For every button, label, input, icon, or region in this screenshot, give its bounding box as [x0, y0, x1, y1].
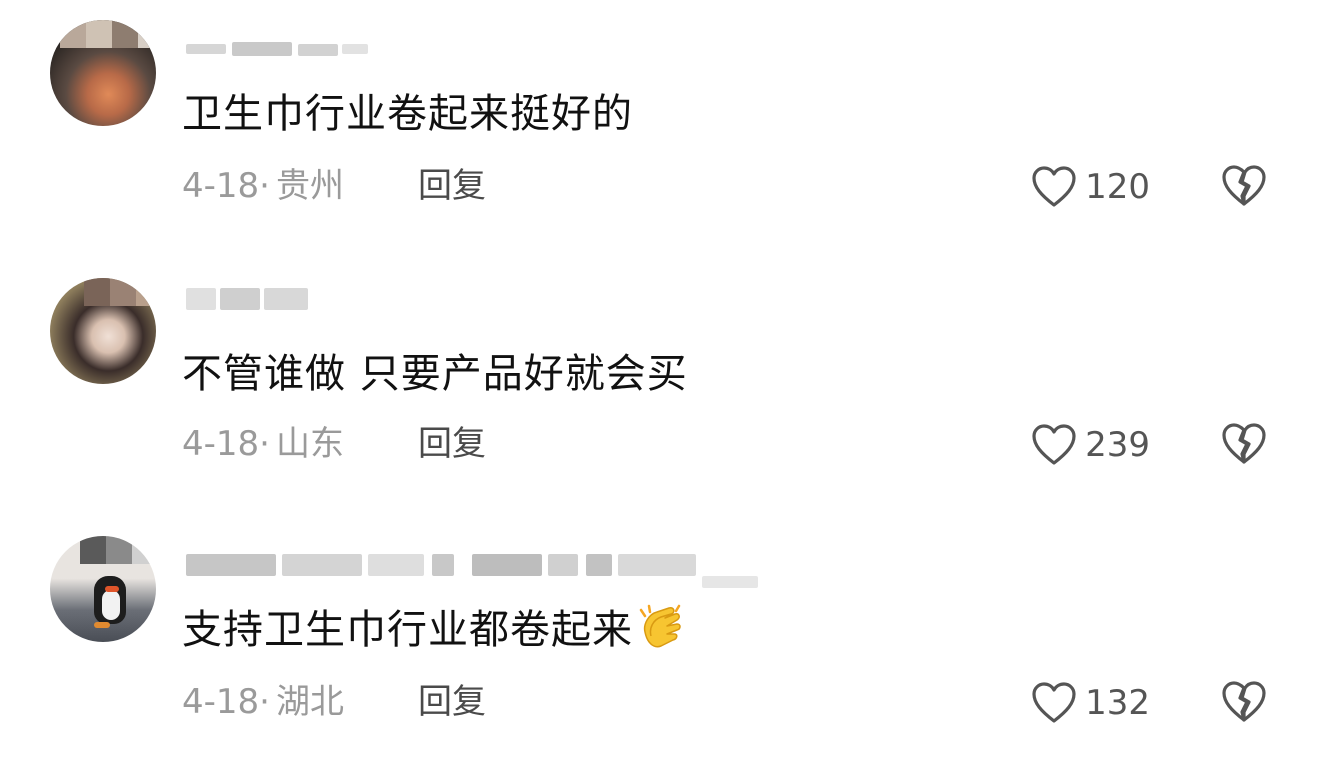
- comment-item: 支持卫生巾行业都卷起来 4-18· 湖北 回复 132: [0, 516, 1320, 766]
- comment-meta: 4-18· 山东: [182, 424, 344, 464]
- username-redacted[interactable]: [186, 288, 316, 310]
- comment-text-content: 卫生巾行业卷起来挺好的: [182, 91, 633, 137]
- broken-heart-icon: [1220, 420, 1268, 468]
- comment-text: 不管谁做 只要产品好就会买: [182, 350, 688, 398]
- meta-separator: ·: [259, 166, 270, 206]
- reply-button[interactable]: 回复: [418, 682, 486, 722]
- comment-text-content: 不管谁做 只要产品好就会买: [182, 351, 688, 397]
- meta-separator: ·: [259, 424, 270, 464]
- penguin-beak: [105, 586, 119, 592]
- like-count: 120: [1085, 167, 1150, 207]
- comment-meta: 4-18· 湖北: [182, 682, 344, 722]
- heart-outline-icon: [1031, 681, 1077, 725]
- comment-date: 4-18: [182, 424, 260, 464]
- reply-button[interactable]: 回复: [418, 424, 486, 464]
- penguin-belly: [102, 590, 120, 620]
- heart-outline-icon: [1031, 165, 1077, 209]
- username-redacted[interactable]: [186, 554, 766, 588]
- penguin-foot: [94, 622, 110, 628]
- username-redacted[interactable]: [186, 40, 376, 62]
- avatar-mosaic: [50, 278, 156, 306]
- avatar[interactable]: [50, 20, 156, 126]
- comment-item: 不管谁做 只要产品好就会买 4-18· 山东 回复 239: [0, 258, 1320, 508]
- comment-location: 贵州: [275, 166, 344, 206]
- heart-outline-icon: [1031, 423, 1077, 467]
- comment-location: 湖北: [275, 682, 344, 722]
- broken-heart-icon: [1220, 678, 1268, 726]
- like-count: 239: [1085, 425, 1150, 465]
- like-count: 132: [1085, 683, 1150, 723]
- comment-location: 山东: [275, 424, 344, 464]
- like-button[interactable]: 239: [1031, 422, 1150, 468]
- comment-meta: 4-18· 贵州: [182, 166, 344, 206]
- reply-button[interactable]: 回复: [418, 166, 486, 206]
- comment-item: 卫生巾行业卷起来挺好的 4-18· 贵州 回复 120: [0, 0, 1320, 250]
- avatar-mosaic: [50, 536, 156, 564]
- avatar[interactable]: [50, 536, 156, 642]
- avatar[interactable]: [50, 278, 156, 384]
- like-button[interactable]: 120: [1031, 164, 1150, 210]
- comment-date: 4-18: [182, 166, 260, 206]
- meta-separator: ·: [259, 682, 270, 722]
- comment-text: 卫生巾行业卷起来挺好的: [182, 90, 633, 138]
- broken-heart-icon: [1220, 162, 1268, 210]
- dislike-button[interactable]: [1220, 678, 1268, 726]
- dislike-button[interactable]: [1220, 420, 1268, 468]
- dislike-button[interactable]: [1220, 162, 1268, 210]
- like-button[interactable]: 132: [1031, 680, 1150, 726]
- avatar-mosaic: [50, 20, 156, 48]
- clapping-hands-emoji-icon: [635, 602, 687, 654]
- comment-date: 4-18: [182, 682, 260, 722]
- comment-text-content: 支持卫生巾行业都卷起来: [182, 607, 633, 653]
- comment-text: 支持卫生巾行业都卷起来: [182, 604, 687, 658]
